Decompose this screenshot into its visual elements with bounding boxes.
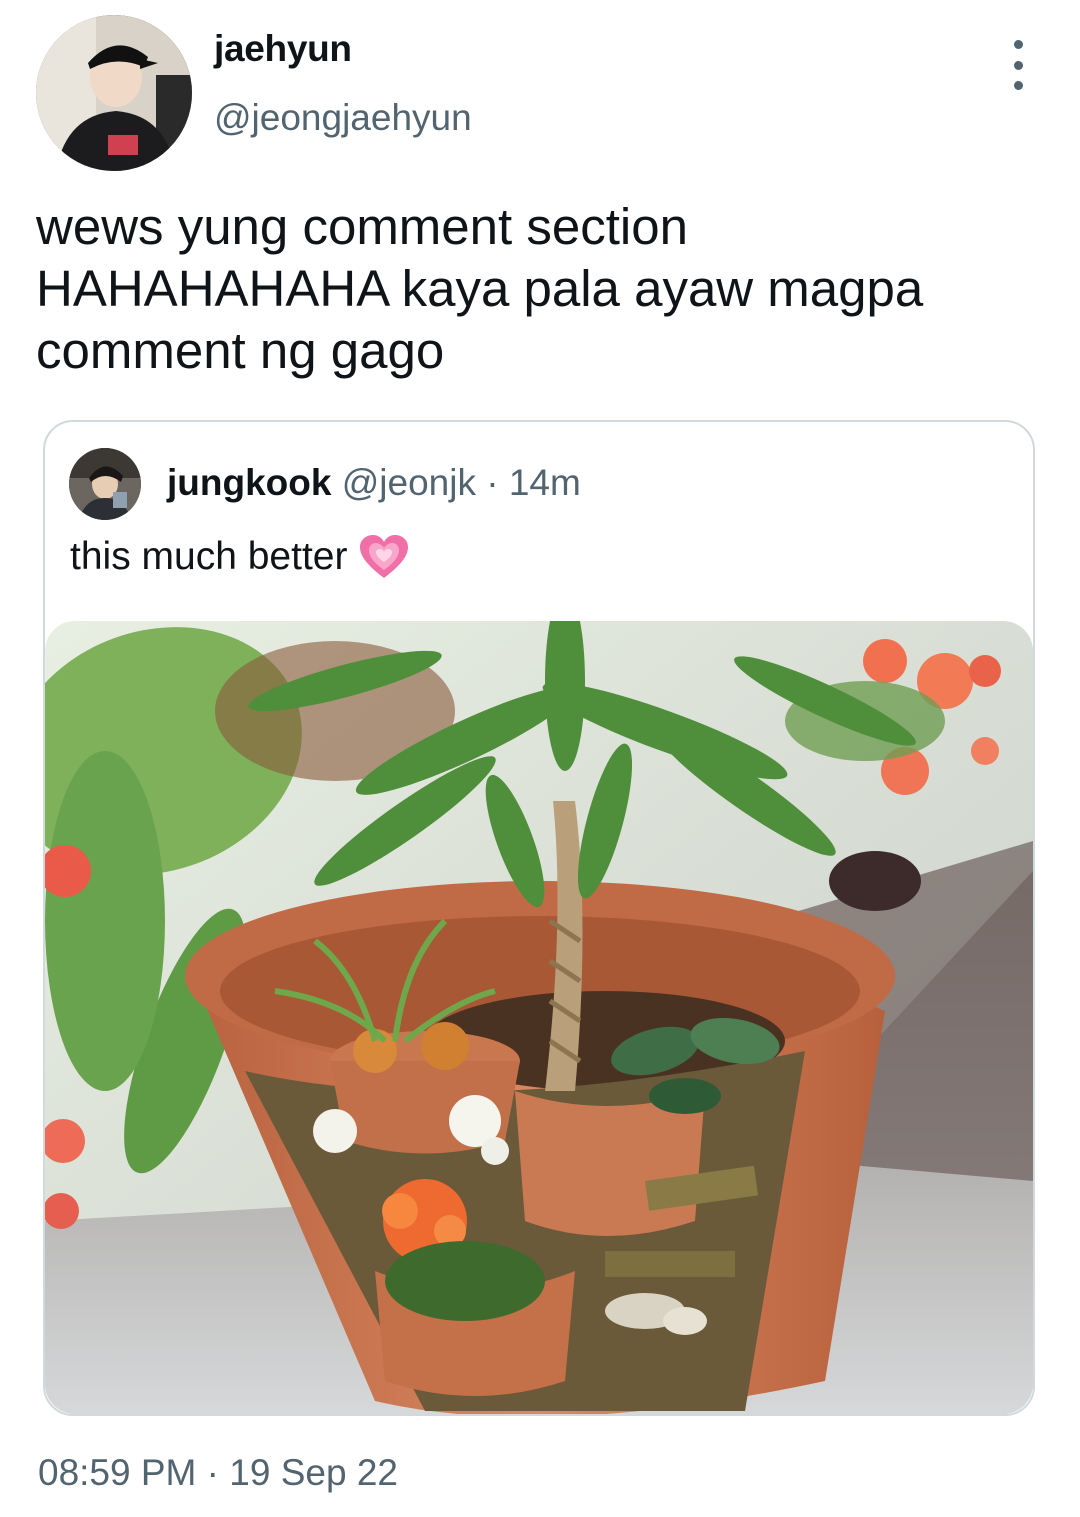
tweet-text: wews yung comment section HAHAHAHAHA kay… bbox=[36, 198, 924, 379]
fairy-garden-photo-icon bbox=[45, 621, 1033, 1414]
more-dot-icon bbox=[1013, 60, 1023, 70]
tweet: jaehyun @jeongjaehyun wews yung comment … bbox=[0, 0, 1080, 1517]
quoted-handle[interactable]: @jeonjk bbox=[342, 462, 476, 503]
tweet-timestamp[interactable]: 08:59 PM · 19 Sep 22 bbox=[38, 1452, 398, 1494]
tweet-date: 19 Sep 22 bbox=[229, 1452, 398, 1493]
separator-dot: · bbox=[475, 462, 509, 503]
avatar-photo-icon bbox=[36, 15, 192, 171]
growing-heart-icon bbox=[359, 534, 409, 580]
quoted-display-name[interactable]: jungkook bbox=[167, 462, 331, 503]
separator-dot: · bbox=[196, 1452, 230, 1493]
quoted-tweet-text-row: this much better bbox=[70, 534, 409, 580]
quoted-tweet-text: this much better bbox=[70, 535, 348, 578]
author-handle[interactable]: @jeongjaehyun bbox=[214, 97, 472, 139]
quoted-tweet[interactable]: jungkook @jeonjk · 14m this much better bbox=[43, 420, 1035, 1416]
tweet-time: 08:59 PM bbox=[38, 1452, 197, 1493]
author-avatar[interactable] bbox=[36, 15, 192, 171]
more-dot-icon bbox=[1013, 40, 1023, 49]
quoted-author-avatar[interactable] bbox=[69, 448, 141, 520]
more-dot-icon bbox=[1013, 81, 1023, 90]
avatar-photo-icon bbox=[69, 448, 141, 520]
more-options-button[interactable] bbox=[1000, 40, 1036, 90]
quoted-tweet-header: jungkook @jeonjk · 14m bbox=[167, 462, 581, 504]
quoted-tweet-media[interactable] bbox=[45, 621, 1033, 1414]
quoted-tweet-age[interactable]: 14m bbox=[509, 462, 581, 503]
author-display-name[interactable]: jaehyun bbox=[214, 28, 352, 70]
